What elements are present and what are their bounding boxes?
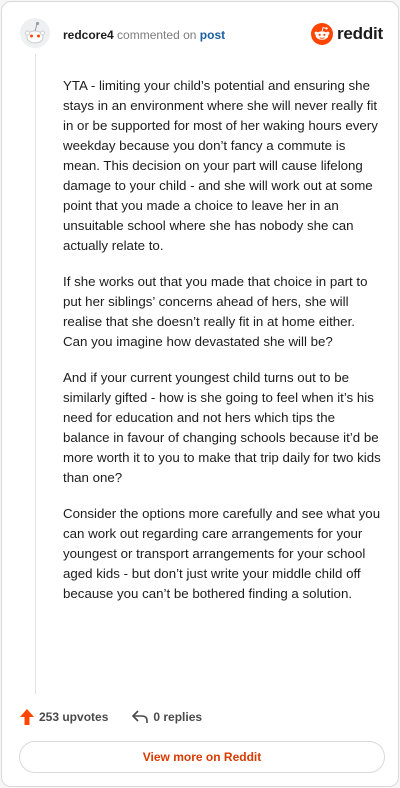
view-more-button[interactable]: View more on Reddit bbox=[19, 741, 385, 773]
username-link[interactable]: redcore4 bbox=[63, 28, 114, 42]
embedded-comment-card: redcore4 commented on post reddit YTA - … bbox=[1, 1, 399, 787]
comment-header: redcore4 commented on post reddit bbox=[2, 2, 398, 66]
reddit-logo[interactable]: reddit bbox=[310, 23, 383, 45]
comment-meta: redcore4 commented on post bbox=[63, 27, 225, 43]
reply-arrow-icon bbox=[132, 710, 149, 723]
upvotes-button[interactable]: 253 upvotes bbox=[20, 709, 108, 725]
snoo-avatar-icon[interactable] bbox=[20, 18, 50, 48]
comment-actions: 253 upvotes 0 replies bbox=[20, 707, 202, 727]
comment-paragraph: If she works out that you made that choi… bbox=[63, 274, 368, 349]
reddit-wordmark: reddit bbox=[336, 24, 383, 43]
comment-body: YTA - limiting your child’s potential an… bbox=[63, 76, 381, 620]
commented-on-text: commented on bbox=[117, 28, 197, 42]
upvotes-count: 253 upvotes bbox=[39, 710, 109, 724]
upvote-arrow-icon bbox=[20, 709, 34, 725]
comment-paragraph: YTA - limiting your child’s potential an… bbox=[63, 78, 378, 253]
comment-paragraph: Consider the options more carefully and … bbox=[63, 506, 381, 601]
comment-paragraph: And if your current youngest child turns… bbox=[63, 370, 381, 485]
replies-button[interactable]: 0 replies bbox=[132, 710, 202, 724]
post-link[interactable]: post bbox=[200, 28, 225, 42]
reddit-logo-icon bbox=[310, 23, 333, 45]
thread-line bbox=[35, 54, 36, 694]
replies-count: 0 replies bbox=[153, 710, 203, 724]
